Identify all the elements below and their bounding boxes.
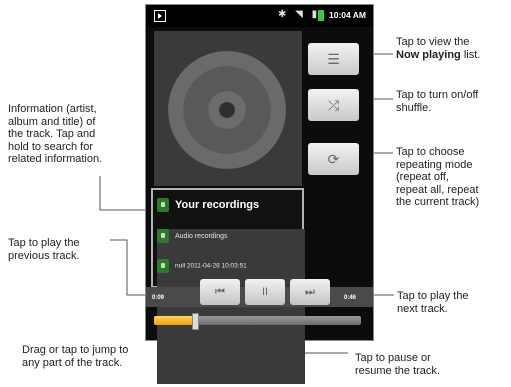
next-track-button[interactable]: ⏭ <box>290 279 330 305</box>
callout-progress-line2: any part of the track. <box>22 356 123 369</box>
now-playing-list-button[interactable]: ☰ <box>308 43 359 75</box>
callout-pause-line1: Tap to pause or <box>355 352 431 364</box>
callout-next-line2: next track. <box>397 302 448 315</box>
callout-now-playing: Tap to view the Now playing list. <box>396 36 480 61</box>
callout-now-playing-line1: Tap to view the <box>396 36 470 48</box>
battery-icon <box>318 10 324 21</box>
callout-shuffle-line1: Tap to turn on/off <box>396 89 479 101</box>
artist-name: null 2011-04-28 10:03:51 <box>175 262 247 270</box>
callout-info-line4: hold to search for <box>8 140 93 153</box>
phone-screen: ✱ ◥ ▮ 10:04 AM ☰ ⤮ ⟳ Your recordings Aud… <box>145 4 374 384</box>
callout-previous: Tap to play the previous track. <box>8 237 80 262</box>
callout-repeat-line4: repeat all, repeat <box>396 183 479 196</box>
album-name: Audio recordings <box>175 232 228 240</box>
callout-track-info: Information (artist, album and title) of… <box>8 103 102 166</box>
repeat-icon: ⟳ <box>327 151 340 167</box>
artist-row: null 2011-04-28 10:03:51 <box>157 259 247 273</box>
status-bar: ✱ ◥ ▮ 10:04 AM <box>146 5 373 27</box>
album-art <box>154 31 302 186</box>
callout-now-playing-line2: Now playing list. <box>396 49 480 62</box>
track-title: Your recordings <box>175 198 260 211</box>
next-track-icon: ⏭ <box>305 286 315 298</box>
callout-pause-line2: resume the track. <box>355 364 440 377</box>
artist-icon <box>157 198 169 212</box>
pause-button[interactable]: II <box>245 279 285 305</box>
callout-repeat-line5: the current track) <box>396 196 480 208</box>
previous-track-icon: ⏮ <box>215 286 225 298</box>
callout-next-line1: Tap to play the <box>397 290 469 302</box>
track-title-row: Your recordings <box>157 198 259 212</box>
callout-next: Tap to play the next track. <box>397 290 469 315</box>
previous-track-button[interactable]: ⏮ <box>200 279 240 305</box>
progress-fill <box>154 316 196 325</box>
status-time: 10:04 AM <box>329 10 367 20</box>
callout-repeat-line1: Tap to choose <box>396 146 465 158</box>
callout-shuffle-line2: shuffle. <box>396 101 432 114</box>
shuffle-icon: ⤮ <box>327 97 340 113</box>
callout-progress-line1: Drag or tap to jump to <box>22 344 129 356</box>
callout-repeat-line3: (repeat off, <box>396 171 449 183</box>
progress-bar[interactable] <box>154 313 361 330</box>
callout-info-line3: the track. Tap and <box>8 128 96 140</box>
callout-previous-line2: previous track. <box>8 249 80 262</box>
callout-info-line5: related information. <box>8 153 103 165</box>
list-icon: ☰ <box>327 51 340 67</box>
shuffle-button[interactable]: ⤮ <box>308 89 359 121</box>
song-icon <box>157 259 169 273</box>
now-playing-bold: Now playing <box>396 48 461 61</box>
disc-icon <box>168 51 286 169</box>
callout-repeat-line2: repeating mode <box>396 158 473 171</box>
status-icons: ✱ ◥ ▮ <box>278 9 321 20</box>
pause-icon: II <box>261 286 269 298</box>
callout-repeat: Tap to choose repeating mode (repeat off… <box>396 146 479 209</box>
app-notification-icon <box>154 10 166 22</box>
callout-previous-line1: Tap to play the <box>8 237 80 249</box>
callout-pause: Tap to pause or resume the track. <box>355 352 440 377</box>
callout-progress: Drag or tap to jump to any part of the t… <box>22 344 128 369</box>
track-info-panel[interactable]: Your recordings Audio recordings null 20… <box>151 188 305 384</box>
callout-info-line1: Information (artist, <box>8 103 97 115</box>
callout-info-line2: album and title) of <box>8 115 96 128</box>
leader-info <box>99 176 150 211</box>
repeat-button[interactable]: ⟳ <box>308 143 359 175</box>
now-playing-post: list. <box>463 48 481 61</box>
leader-previous <box>110 239 150 296</box>
callout-shuffle: Tap to turn on/off shuffle. <box>396 89 478 114</box>
elapsed-time: 0:09 <box>152 295 165 301</box>
album-icon <box>157 229 169 243</box>
progress-thumb[interactable] <box>192 313 200 330</box>
total-duration: 0:46 <box>344 295 357 301</box>
